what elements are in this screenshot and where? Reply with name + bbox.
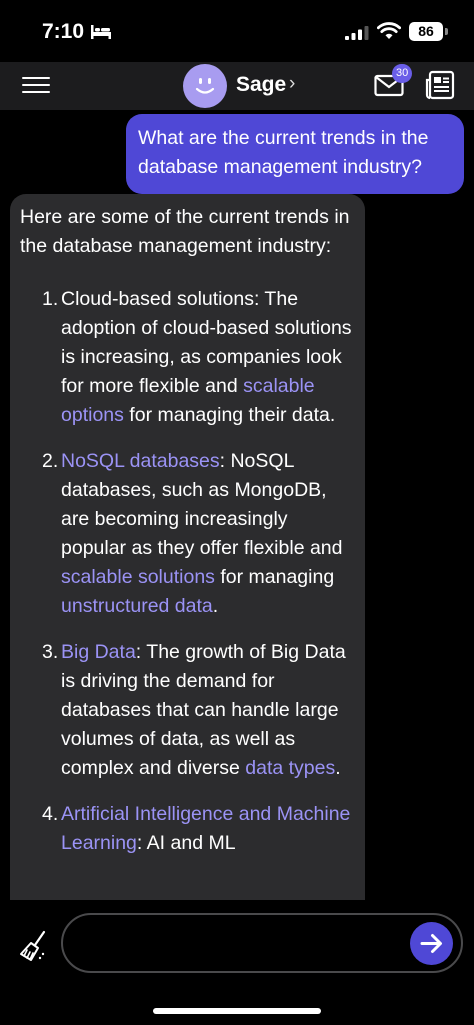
list-item-text: : AI and ML (136, 832, 236, 854)
menu-icon[interactable] (22, 72, 50, 98)
chevron-right-icon[interactable]: › (289, 73, 295, 95)
send-button[interactable] (410, 922, 453, 965)
bed-icon (91, 25, 111, 39)
list-item-number: 2. (42, 450, 59, 472)
list-item: 1. Cloud-based solutions: The adoption o… (20, 285, 353, 430)
message-input-box[interactable] (61, 913, 463, 973)
home-indicator (153, 1008, 321, 1014)
list-item-text: . (335, 757, 341, 779)
list-item-text: . (212, 595, 219, 617)
broom-icon[interactable] (18, 930, 48, 964)
inbox-badge: 30 (392, 64, 413, 83)
list-item-text: for managing their data. (123, 404, 336, 426)
battery-indicator: 86 (409, 22, 443, 41)
battery-cap (445, 28, 448, 35)
bot-message-bubble[interactable]: Here are some of the current trends in t… (10, 194, 365, 900)
scalable-solutions-link[interactable]: scalable solutions (61, 566, 215, 588)
unstructured-data-link[interactable]: unstructured data (61, 595, 213, 617)
big-data-link[interactable]: Big Data (61, 641, 136, 663)
status-bar: 7:10 86 (0, 0, 474, 62)
signal-icon (345, 26, 369, 40)
message-input[interactable] (83, 925, 403, 961)
news-icon[interactable] (425, 70, 455, 100)
data-types-link[interactable]: data types (245, 757, 335, 779)
smiley-face-icon (195, 78, 215, 94)
send-arrow-icon (420, 934, 442, 953)
wifi-icon (377, 22, 401, 39)
nosql-databases-link[interactable]: NoSQL databases (61, 450, 220, 472)
user-message-bubble[interactable]: What are the current trends in the datab… (126, 114, 464, 194)
bot-name[interactable]: Sage (236, 73, 286, 97)
composer-bar (0, 900, 474, 1025)
list-item-number: 4. (42, 803, 59, 825)
trend-list: 1. Cloud-based solutions: The adoption o… (20, 285, 353, 858)
list-item-text: for managing (214, 566, 335, 588)
chat-thread[interactable]: What are the current trends in the datab… (0, 110, 474, 900)
chat-header: Sage › 30 (0, 62, 474, 110)
status-time: 7:10 (42, 20, 85, 43)
list-item: 3. Big Data: The growth of Big Data is d… (20, 638, 353, 783)
list-item: 2. NoSQL databases: NoSQL databases, suc… (20, 447, 353, 621)
list-item: 4. Artificial Intelligence and Machine L… (20, 800, 353, 858)
list-item-number: 3. (42, 641, 59, 663)
bot-message-intro: Here are some of the current trends in t… (20, 206, 350, 257)
bot-avatar[interactable] (183, 64, 227, 108)
list-item-number: 1. (42, 288, 59, 310)
